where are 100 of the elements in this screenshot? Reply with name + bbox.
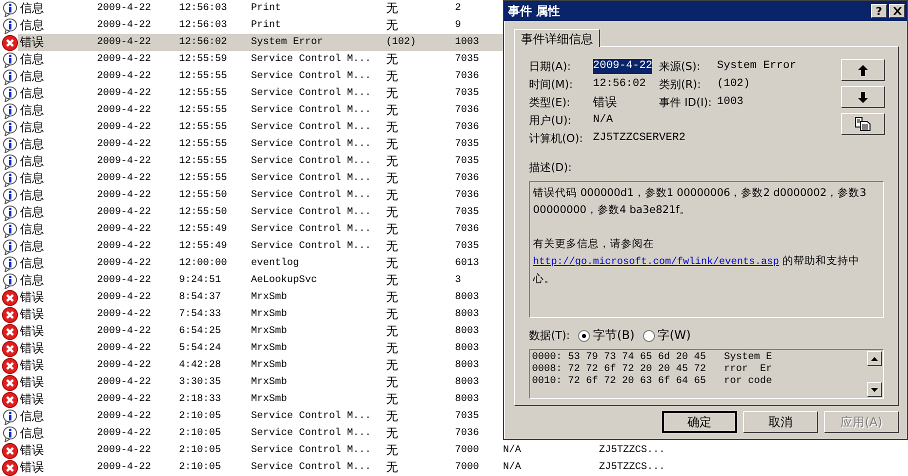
copy-button[interactable]: [841, 113, 885, 135]
event-row[interactable]: 信息 2009-4-22 12:55:55 Service Control M... 无 7035: [0, 153, 503, 170]
date-cell-text: 2009-4-22: [97, 20, 152, 31]
event-row[interactable]: 信息 2009-4-22 12:55:50 Service Control M... 无 7036: [0, 187, 503, 204]
event-row[interactable]: 错误 2009-4-22 8:54:37 MrxSmb 无 8003: [0, 289, 503, 306]
dialog-button[interactable]: 确定: [662, 411, 737, 433]
help-link[interactable]: http://go.microsoft.com/fwlink/events.asp: [533, 257, 780, 268]
computer-cell: ZJ5TZZCS...: [599, 445, 666, 456]
event-row[interactable]: 信息 2009-4-22 12:55:49 Service Control M... 无 7036: [0, 221, 503, 238]
event-row[interactable]: 信息 2009-4-22 12:55:55 Service Control M... 无 7036: [0, 119, 503, 136]
copy-icon: [855, 117, 871, 131]
event-row[interactable]: 错误 2009-4-22 3:30:35 MrxSmb 无 8003: [0, 374, 503, 391]
type-cell-text: 信息: [20, 51, 45, 68]
type-cell-text: 信息: [20, 187, 45, 204]
format-radio[interactable]: 字(W): [642, 327, 691, 344]
event-cell-text: 8003: [455, 309, 480, 320]
type-cell-text: 信息: [20, 425, 45, 442]
source-cell-text: MrxSmb: [251, 360, 288, 371]
event-row[interactable]: 错误 2009-4-22 12:56:02 System Error (102) 1003: [0, 34, 503, 51]
error-icon: [2, 460, 18, 476]
scroll-down-icon[interactable]: [871, 388, 878, 392]
source-cell-text: Service Control M...: [251, 105, 372, 116]
scrollbar[interactable]: [867, 350, 883, 398]
event-row[interactable]: 错误 2009-4-22 4:42:28 MrxSmb 无 8003: [0, 357, 503, 374]
event-row[interactable]: 错误 2009-4-22 2:18:33 MrxSmb 无 8003: [0, 391, 503, 408]
category-cell-text: 无: [386, 289, 399, 306]
source-cell-text: Service Control M...: [251, 224, 372, 235]
scroll-up-icon[interactable]: [871, 356, 878, 360]
event-row[interactable]: 信息 2009-4-22 12:55:49 Service Control M... 无 7035: [0, 238, 503, 255]
event-row[interactable]: 错误 2009-4-22 7:54:33 MrxSmb 无 8003: [0, 306, 503, 323]
event-row[interactable]: 信息 2009-4-22 12:55:55 Service Control M... 无 7036: [0, 102, 503, 119]
event-row[interactable]: 信息 2009-4-22 12:56:03 Print 无 2: [0, 0, 503, 17]
time-cell-text: 12:55:55: [179, 105, 228, 116]
previous-button[interactable]: [841, 59, 885, 81]
info-icon: [2, 238, 18, 254]
event-cell-text: 1003: [455, 37, 480, 48]
format-radio[interactable]: 字节(B): [578, 327, 635, 344]
source-cell-text: Service Control M...: [251, 445, 372, 456]
event-row[interactable]: 信息 2009-4-22 12:55:59 Service Control M... 无 7035: [0, 51, 503, 68]
type-cell-text: 错误: [20, 323, 45, 340]
event-cell-text: 8003: [455, 360, 480, 371]
event-row[interactable]: 信息 2009-4-22 12:55:55 Service Control M... 无 7036: [0, 170, 503, 187]
event-row[interactable]: 错误 2009-4-22 6:54:25 MrxSmb 无 8003: [0, 323, 503, 340]
field-label: 时间(M):: [529, 77, 574, 92]
field-label: 用户(U):: [529, 113, 572, 128]
date-cell-text: 2009-4-22: [97, 360, 152, 371]
date-cell-text: 2009-4-22: [97, 190, 152, 201]
event-cell-text: 7036: [455, 71, 480, 82]
event-cell-text: 8003: [455, 394, 480, 405]
field-value: 2009-4-22: [593, 59, 652, 74]
description-label: 描述(D):: [529, 160, 573, 175]
field-value: 12:56:02: [593, 77, 646, 92]
source-cell-text: Print: [251, 3, 282, 14]
field-value: 错误: [593, 95, 617, 110]
info-icon: [2, 408, 18, 424]
event-row[interactable]: 信息 2009-4-22 12:56:03 Print 无 9: [0, 17, 503, 34]
info-icon: [2, 68, 18, 84]
type-cell-text: 错误: [20, 374, 45, 391]
event-row[interactable]: 信息 2009-4-22 9:24:51 AeLookupSvc 无 3: [0, 272, 503, 289]
event-row[interactable]: 错误 2009-4-22 2:10:05 Service Control M... 无 7000 N/A ZJ5TZZCS...: [0, 459, 666, 476]
type-cell-text: 信息: [20, 153, 45, 170]
time-cell-text: 5:54:24: [179, 343, 222, 354]
tab[interactable]: 事件详细信息: [514, 29, 600, 47]
info-icon: [2, 426, 18, 442]
event-cell-text: 7035: [455, 207, 480, 218]
time-cell-text: 7:54:33: [179, 309, 222, 320]
event-row[interactable]: 错误 2009-4-22 5:54:24 MrxSmb 无 8003: [0, 340, 503, 357]
dialog-button[interactable]: 取消: [743, 411, 818, 433]
field-label: 日期(A):: [529, 59, 572, 74]
time-cell-text: 3:30:35: [179, 377, 222, 388]
next-button[interactable]: [841, 86, 885, 108]
event-row[interactable]: 信息 2009-4-22 2:10:05 Service Control M... 无 7035: [0, 408, 503, 425]
date-cell-text: 2009-4-22: [97, 326, 152, 337]
time-cell-text: 8:54:37: [179, 292, 222, 303]
event-row[interactable]: 信息 2009-4-22 12:00:00 eventlog 无 6013: [0, 255, 503, 272]
source-cell-text: Service Control M...: [251, 190, 372, 201]
close-button[interactable]: [889, 4, 905, 18]
event-cell-text: 8003: [455, 326, 480, 337]
event-cell-text: 7035: [455, 241, 480, 252]
source-cell-text: Service Control M...: [251, 207, 372, 218]
source-cell-text: Service Control M...: [251, 241, 372, 252]
event-row[interactable]: 信息 2009-4-22 12:55:55 Service Control M... 无 7035: [0, 136, 503, 153]
event-row[interactable]: 信息 2009-4-22 12:55:55 Service Control M... 无 7035: [0, 85, 503, 102]
source-cell-text: Service Control M...: [251, 462, 372, 473]
event-row[interactable]: 信息 2009-4-22 12:55:50 Service Control M... 无 7035: [0, 204, 503, 221]
source-cell-text: Service Control M...: [251, 156, 372, 167]
category-cell-text: 无: [386, 272, 399, 289]
type-cell-text: 错误: [20, 459, 45, 476]
time-cell-text: 12:55:55: [179, 88, 228, 99]
event-row[interactable]: 错误 2009-4-22 2:10:05 Service Control M... 无 7000 N/A ZJ5TZZCS...: [0, 442, 666, 459]
event-row[interactable]: 信息 2009-4-22 12:55:55 Service Control M... 无 7036: [0, 68, 503, 85]
type-cell-text: 错误: [20, 340, 45, 357]
date-cell-text: 2009-4-22: [97, 37, 152, 48]
category-cell-text: 无: [386, 68, 399, 85]
date-cell-text: 2009-4-22: [97, 394, 152, 405]
event-row[interactable]: 信息 2009-4-22 2:10:05 Service Control M... 无 7036: [0, 425, 503, 442]
info-icon: [2, 204, 18, 220]
help-button[interactable]: ?: [871, 4, 887, 18]
error-icon: [2, 358, 18, 374]
time-cell-text: 2:10:05: [179, 428, 222, 439]
